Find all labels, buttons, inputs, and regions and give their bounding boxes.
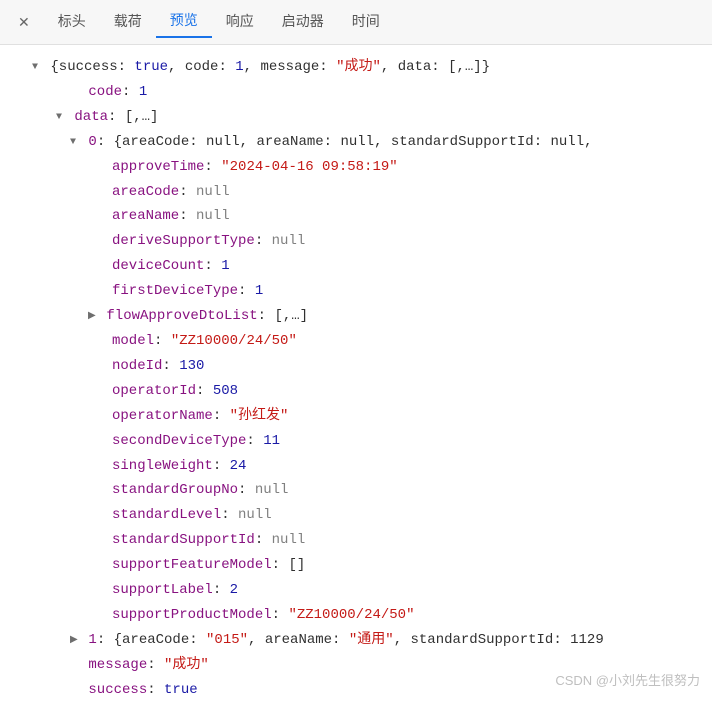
json-value: "2024-04-16 09:58:19" — [221, 159, 397, 175]
key-item0[interactable]: 0 — [88, 134, 96, 150]
expand-toggle[interactable]: ▶ — [70, 632, 80, 650]
expand-toggle[interactable]: ▼ — [56, 109, 66, 127]
expand-toggle[interactable]: ▼ — [70, 134, 80, 152]
json-key[interactable]: areaName — [112, 208, 179, 224]
json-key[interactable]: operatorId — [112, 383, 196, 399]
json-value: 2 — [230, 582, 238, 598]
tab-headers[interactable]: 标头 — [44, 7, 100, 37]
tab-response[interactable]: 响应 — [212, 7, 268, 37]
json-value: 24 — [230, 458, 247, 474]
json-value: "ZZ10000/24/50" — [288, 607, 414, 623]
json-value: null — [238, 507, 272, 523]
devtools-tabs: ✕ 标头 载荷 预览 响应 启动器 时间 — [0, 0, 712, 45]
json-value: 130 — [179, 358, 204, 374]
json-value: null — [255, 482, 289, 498]
json-key[interactable]: secondDeviceType — [112, 433, 246, 449]
json-value: 508 — [213, 383, 238, 399]
key-data[interactable]: data — [74, 109, 108, 125]
tab-preview[interactable]: 预览 — [156, 6, 212, 38]
json-key[interactable]: firstDeviceType — [112, 283, 238, 299]
watermark: CSDN @小刘先生很努力 — [555, 670, 700, 689]
json-key[interactable]: standardLevel — [112, 507, 221, 523]
json-value: 1 — [221, 258, 229, 274]
json-key[interactable]: supportFeatureModel — [112, 557, 272, 573]
json-key[interactable]: singleWeight — [112, 458, 213, 474]
json-value: null — [196, 184, 230, 200]
key-message[interactable]: message — [88, 657, 147, 673]
json-key[interactable]: approveTime — [112, 159, 204, 175]
json-key[interactable]: standardSupportId — [112, 532, 255, 548]
json-key[interactable]: model — [112, 333, 154, 349]
json-tree: ▼ {success: true, code: 1, message: "成功"… — [0, 45, 712, 713]
key-item1[interactable]: 1 — [88, 632, 96, 648]
json-key[interactable]: operatorName — [112, 408, 213, 424]
json-value: "ZZ10000/24/50" — [171, 333, 297, 349]
key-flow[interactable]: flowApproveDtoList — [106, 308, 257, 324]
json-value: null — [272, 233, 306, 249]
json-key[interactable]: supportLabel — [112, 582, 213, 598]
close-icon[interactable]: ✕ — [8, 10, 44, 35]
json-key[interactable]: nodeId — [112, 358, 162, 374]
root-summary[interactable]: {success: — [50, 59, 134, 75]
json-value: [] — [288, 557, 305, 573]
json-value: 11 — [263, 433, 280, 449]
tab-initiator[interactable]: 启动器 — [268, 7, 338, 37]
json-key[interactable]: standardGroupNo — [112, 482, 238, 498]
json-key[interactable]: deviceCount — [112, 258, 204, 274]
json-value: 1 — [255, 283, 263, 299]
json-key[interactable]: deriveSupportType — [112, 233, 255, 249]
json-key[interactable]: supportProductModel — [112, 607, 272, 623]
json-value: null — [272, 532, 306, 548]
expand-toggle[interactable]: ▶ — [88, 308, 98, 326]
tab-payload[interactable]: 载荷 — [100, 7, 156, 37]
json-value: "孙红发" — [230, 408, 289, 424]
tab-timing[interactable]: 时间 — [338, 7, 394, 37]
json-value: null — [196, 208, 230, 224]
json-key[interactable]: areaCode — [112, 184, 179, 200]
expand-toggle[interactable]: ▼ — [32, 59, 42, 77]
key-success[interactable]: success — [88, 682, 147, 698]
key-code[interactable]: code — [88, 84, 122, 100]
